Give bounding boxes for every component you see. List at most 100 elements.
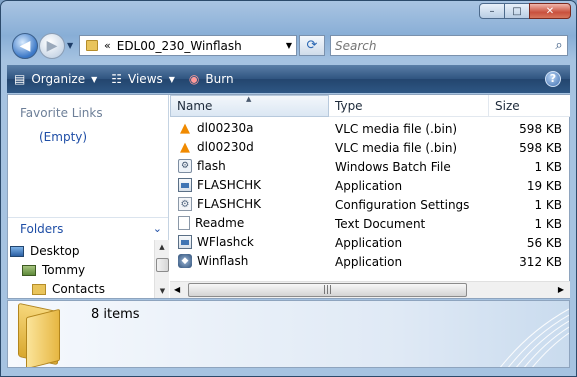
organize-icon: ▤ — [14, 72, 26, 86]
navigation-pane: Favorite Links (Empty) Folders ⌄ Desktop… — [8, 95, 169, 298]
file-type: Windows Batch File — [335, 160, 451, 174]
chevron-down-icon: ⌄ — [152, 222, 162, 235]
file-type: Application — [335, 236, 403, 250]
file-name: dl00230d — [197, 140, 254, 154]
file-row[interactable]: ▲ dl00230d VLC media file (.bin) 598 KB — [170, 138, 570, 157]
folders-toggle[interactable]: Folders ⌄ — [8, 217, 168, 239]
file-size: 598 KB — [519, 141, 562, 155]
file-size: 1 KB — [534, 217, 562, 231]
user-folder-icon — [22, 264, 36, 276]
sort-ascending-icon: ▲ — [246, 95, 252, 103]
folder-icon — [32, 283, 46, 295]
file-row[interactable]: ▲ dl00230a VLC media file (.bin) 598 KB — [170, 119, 570, 138]
file-type: Application — [335, 255, 403, 269]
file-list: Name ▲ Type Size ▲ dl00230a VLC media fil… — [170, 95, 570, 298]
file-size: 598 KB — [519, 122, 562, 136]
file-size: 1 KB — [534, 198, 562, 212]
search-box[interactable]: ⌕ — [330, 35, 568, 56]
command-bar: ▤ Organize ▼ ☷ Views ▼ ◉ Burn ? — [7, 65, 570, 93]
search-icon[interactable]: ⌕ — [551, 38, 567, 53]
tree-item-contacts[interactable]: Contacts — [32, 280, 105, 298]
file-row[interactable]: Readme Text Document 1 KB — [170, 214, 570, 233]
details-pane: 8 items — [7, 300, 570, 368]
column-header-type[interactable]: Type — [329, 95, 489, 117]
chevron-down-icon: ▼ — [168, 74, 175, 84]
content-area: Favorite Links (Empty) Folders ⌄ Desktop… — [7, 94, 570, 299]
organize-label: Organize — [31, 72, 86, 86]
file-size: 1 KB — [534, 160, 562, 174]
desktop-icon — [10, 245, 24, 257]
address-dropdown-icon[interactable]: ▼ — [282, 41, 296, 50]
file-row[interactable]: ⚙ FLASHCHK Configuration Settings 1 KB — [170, 195, 570, 214]
address-path[interactable]: EDL00_230_Winflash — [117, 39, 282, 53]
refresh-button[interactable]: ⟳ — [299, 35, 325, 56]
file-size: 56 KB — [526, 236, 562, 250]
file-size: 312 KB — [519, 255, 562, 269]
decorative-swoosh-icon — [499, 308, 569, 367]
caption-buttons: – □ ✕ — [479, 3, 571, 19]
file-row[interactable]: ⚙ flash Windows Batch File 1 KB — [170, 157, 570, 176]
burn-button[interactable]: ◉ Burn — [182, 65, 241, 93]
search-input[interactable] — [331, 36, 551, 55]
close-button[interactable]: ✕ — [529, 3, 571, 19]
setup-app-icon: ◆ — [178, 254, 192, 268]
back-button[interactable]: ◀ — [12, 33, 38, 59]
tree-item-label: Desktop — [30, 244, 80, 258]
column-header-size[interactable]: Size — [489, 95, 570, 117]
application-icon — [178, 178, 192, 192]
tree-item-desktop[interactable]: Desktop — [10, 242, 80, 260]
file-name: Readme — [195, 216, 245, 230]
column-headers: Name ▲ Type Size — [170, 95, 570, 117]
forward-arrow-icon: ▶ — [46, 38, 58, 54]
file-row[interactable]: FLASHCHK Application 19 KB — [170, 176, 570, 195]
file-type: Application — [335, 179, 403, 193]
file-type: VLC media file (.bin) — [335, 141, 458, 155]
organize-button[interactable]: ▤ Organize ▼ — [7, 65, 104, 93]
burn-disc-icon: ◉ — [188, 72, 200, 86]
text-file-icon — [178, 216, 190, 230]
vlc-icon: ▲ — [180, 120, 190, 136]
scroll-down-icon[interactable]: ▼ — [155, 284, 170, 298]
file-row[interactable]: WFlashck Application 56 KB — [170, 233, 570, 252]
views-button[interactable]: ☷ Views ▼ — [104, 65, 182, 93]
maximize-button[interactable]: □ — [504, 3, 530, 19]
refresh-icon: ⟳ — [306, 38, 318, 53]
history-dropdown-icon[interactable]: ▼ — [67, 41, 73, 50]
address-bar[interactable]: « EDL00_230_Winflash ▼ — [79, 35, 297, 56]
views-label: Views — [128, 72, 163, 86]
scroll-left-icon[interactable]: ◀ — [174, 285, 180, 294]
application-icon — [178, 235, 192, 249]
back-arrow-icon: ◀ — [19, 38, 31, 54]
file-name: dl00230a — [197, 121, 254, 135]
forward-button[interactable]: ▶ — [39, 33, 65, 59]
scroll-thumb[interactable] — [156, 258, 169, 272]
config-file-icon: ⚙ — [178, 197, 192, 211]
address-chevron[interactable]: « — [104, 39, 111, 52]
tree-item-label: Contacts — [52, 282, 105, 296]
favorite-links-header: Favorite Links — [20, 106, 103, 120]
folder-icon — [86, 40, 98, 51]
chevron-down-icon: ▼ — [91, 74, 98, 84]
file-size: 19 KB — [526, 179, 562, 193]
large-folder-icon — [18, 302, 70, 367]
vlc-icon: ▲ — [180, 139, 190, 155]
file-type: Configuration Settings — [335, 198, 470, 212]
tree-item-label: Tommy — [42, 263, 86, 277]
scroll-up-icon[interactable]: ▲ — [155, 240, 169, 254]
column-header-label: Size — [495, 99, 520, 113]
minimize-button[interactable]: – — [479, 3, 505, 19]
help-button[interactable]: ? — [545, 71, 561, 87]
file-name: Winflash — [197, 254, 249, 268]
folder-tree-scrollbar[interactable]: ▲ ▼ — [154, 240, 169, 298]
file-row[interactable]: ◆ Winflash Application 312 KB — [170, 252, 570, 271]
scroll-thumb[interactable]: ||| — [188, 283, 467, 297]
file-name: WFlashck — [197, 235, 254, 249]
tree-item-tommy[interactable]: Tommy — [22, 261, 85, 279]
column-header-label: Type — [335, 99, 363, 113]
burn-label: Burn — [205, 72, 234, 86]
views-icon: ☷ — [111, 72, 123, 86]
scroll-right-icon[interactable]: ▶ — [558, 285, 564, 294]
file-list-scrollbar[interactable]: ◀ ||| ▶ — [170, 281, 570, 298]
favorite-links-empty: (Empty) — [39, 130, 88, 144]
item-count: 8 items — [91, 307, 140, 322]
